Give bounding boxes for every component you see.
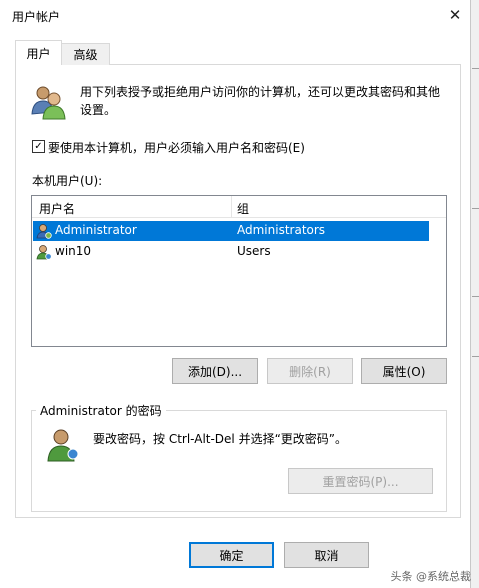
column-separator[interactable] [231,196,232,218]
user-name-cell: Administrator [55,223,137,237]
table-row[interactable]: Administrator Administrators [33,221,429,241]
close-icon: ✕ [448,6,462,24]
password-group-title: Administrator 的密码 [36,402,166,419]
user-name-cell: win10 [55,244,92,258]
tab-users[interactable]: 用户 [15,40,62,65]
description-text: 用下列表授予或拒绝用户访问你的计算机，还可以更改其密码和其他设置。 [80,85,441,117]
background-divider [472,208,479,209]
user-icon [36,223,52,239]
background-divider [472,296,479,297]
tab-advanced[interactable]: 高级 [62,43,110,65]
window-title: 用户帐户 [12,10,61,24]
users-list-label: 本机用户(U): [32,174,103,188]
ok-button[interactable]: 确定 [189,542,274,568]
require-login-checkbox[interactable]: ✓ [32,140,45,153]
close-button[interactable]: ✕ [440,2,470,28]
properties-button[interactable]: 属性(O) [361,358,447,384]
remove-user-button[interactable]: 删除(R) [267,358,353,384]
add-user-button[interactable]: 添加(D)... [172,358,258,384]
title-bar[interactable] [0,0,471,30]
users-icon [30,84,66,120]
background-window-edge [471,0,479,588]
user-icon [36,244,52,260]
background-divider [472,356,479,357]
table-row[interactable]: win10 Users [33,242,429,262]
column-header-username[interactable]: 用户名 [39,200,75,217]
column-header-group[interactable]: 组 [237,200,249,217]
require-login-label[interactable]: 要使用本计算机，用户必须输入用户名和密码(E) [48,139,305,156]
background-divider [472,68,479,69]
cancel-button[interactable]: 取消 [284,542,369,568]
user-avatar-icon [46,428,82,462]
user-group-cell: Users [237,244,271,258]
watermark-text: 头条 @系统总裁 [390,570,472,583]
reset-password-button[interactable]: 重置密码(P)... [288,468,433,494]
password-change-hint: 要改密码，按 Ctrl-Alt-Del 并选择“更改密码”。 [93,432,348,446]
password-groupbox [31,410,447,512]
checkmark-icon: ✓ [34,140,43,152]
user-group-cell: Administrators [237,223,326,237]
